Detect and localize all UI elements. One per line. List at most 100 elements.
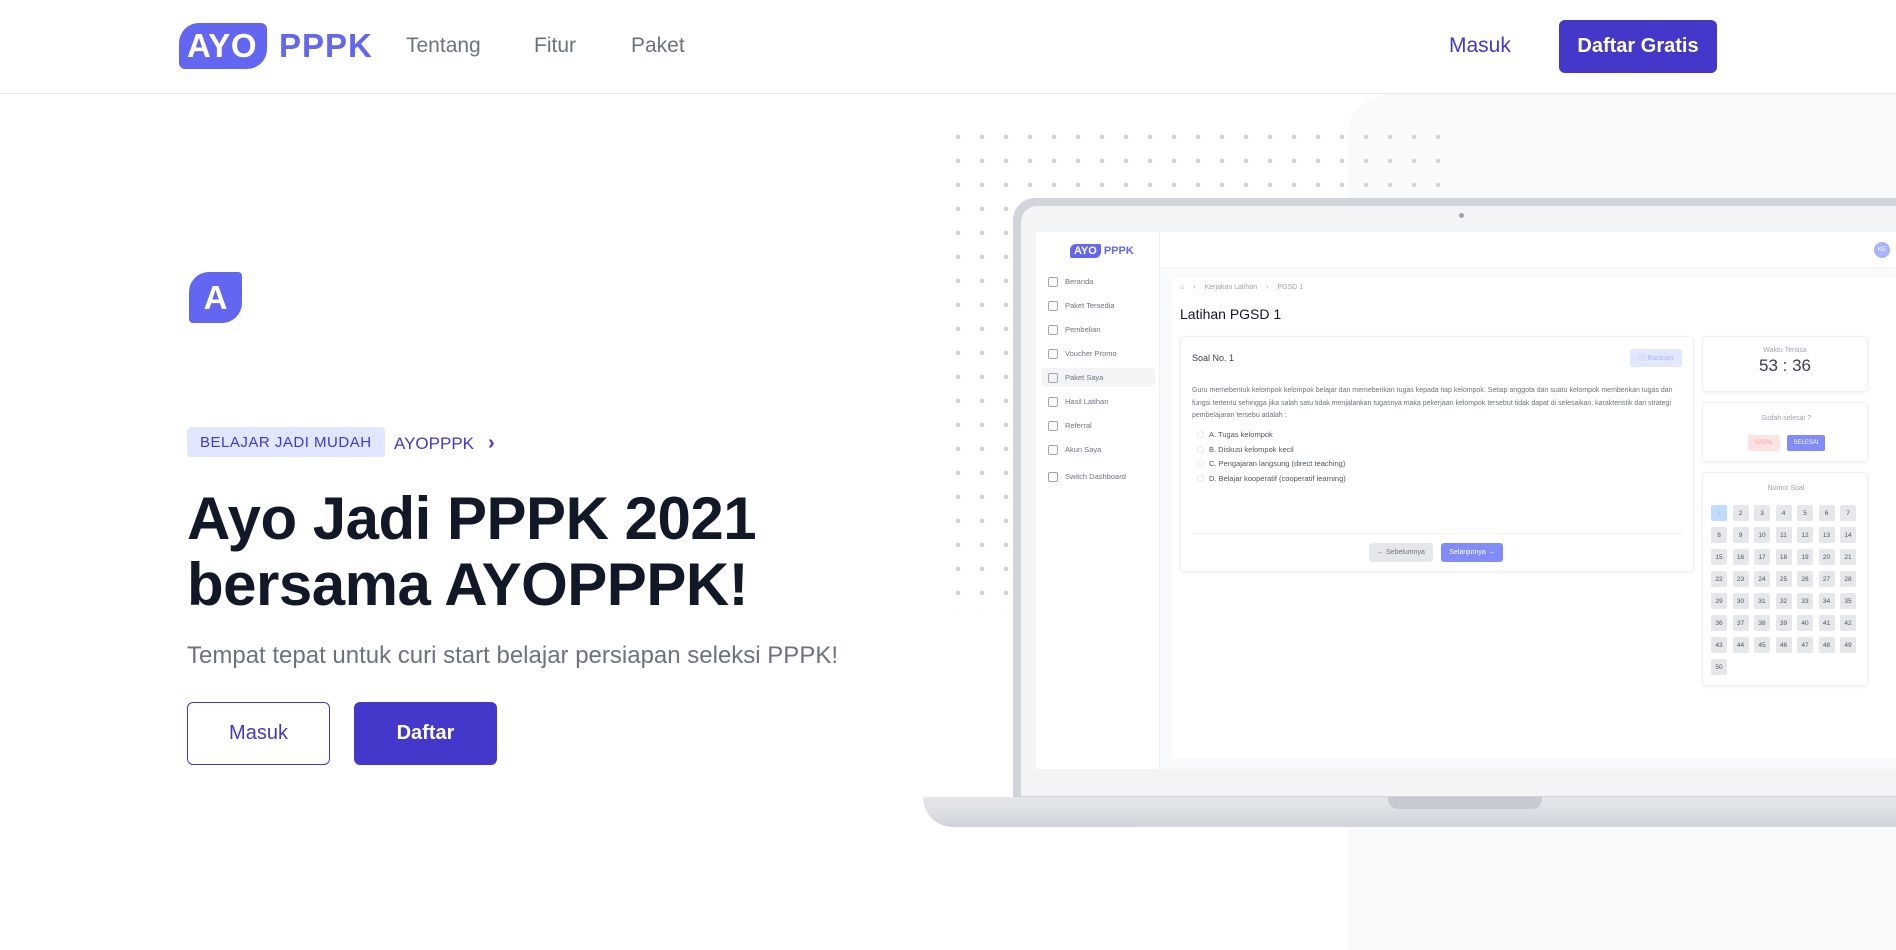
mockup-sidebar-label: Hasil Latihan xyxy=(1065,397,1109,406)
mockup-number-cell: 41 xyxy=(1818,615,1835,631)
mockup-number-cell: 4 xyxy=(1775,505,1792,521)
radio-icon xyxy=(1197,431,1204,438)
mockup-number-cell: 42 xyxy=(1840,615,1856,631)
chevron-right-icon: › xyxy=(1193,284,1196,291)
hero-register-button[interactable]: Daftar xyxy=(354,702,497,765)
mockup-option: C. Pengajaran langsung (direct teaching) xyxy=(1197,459,1345,468)
mockup-sidebar-item-paket-tersedia: Paket Tersedia xyxy=(1041,296,1155,315)
mockup-number-cell: 35 xyxy=(1840,593,1856,609)
mockup-number-cell: 21 xyxy=(1840,549,1856,565)
mockup-help-button: ⓘ Bantuan xyxy=(1630,349,1682,367)
mockup-number-cell: 16 xyxy=(1732,549,1749,565)
radio-icon xyxy=(1197,460,1204,467)
top-navbar: AYO PPPK Tentang Fitur Paket Masuk Dafta… xyxy=(0,0,1896,94)
hero-headline: Ayo Jadi PPPK 2021 bersama AYOPPPK! xyxy=(187,486,757,618)
mockup-breadcrumb: ⌂ › Kerjakan Latihan › PGSD 1 xyxy=(1180,284,1303,291)
mockup-main: ⌂ › Kerjakan Latihan › PGSD 1 Latihan PG… xyxy=(1172,278,1896,758)
grid-icon xyxy=(1048,300,1058,311)
nav-link-fitur[interactable]: Fitur xyxy=(534,34,576,58)
mockup-number-cell: 9 xyxy=(1732,527,1749,543)
mockup-number-cell: 40 xyxy=(1797,615,1813,631)
mockup-question-text: Guru memebentuk kelompok kelompok belaja… xyxy=(1192,387,1673,419)
hero-tag-link[interactable]: AYOPPPK › xyxy=(394,432,495,455)
mockup-number-cell: 7 xyxy=(1840,505,1856,521)
mockup-number-cell: 11 xyxy=(1775,527,1792,543)
brand-logo[interactable]: AYO PPPK xyxy=(179,22,373,70)
mockup-number-cell: 22 xyxy=(1711,571,1727,587)
mockup-number-cell: 24 xyxy=(1754,571,1770,587)
mockup-number-cell: 1 xyxy=(1711,505,1727,521)
mockup-option-label: A. Tugas kelompok xyxy=(1209,430,1273,439)
mockup-number-label: Nomor Soal xyxy=(1767,485,1805,492)
mockup-number-cell: 10 xyxy=(1754,527,1770,543)
mockup-number-cell: 2 xyxy=(1732,505,1749,521)
mockup-number-cell: 23 xyxy=(1732,571,1749,587)
user-icon xyxy=(1048,444,1058,455)
laptop-screen-mockup: AYO PPPK Beranda Paket Tersedia Pembelia… xyxy=(1036,232,1896,769)
mockup-sidebar-item-beranda: Beranda xyxy=(1041,272,1155,291)
mockup-prev-label: Sebelumnya xyxy=(1386,549,1425,556)
logo-text: PPPK xyxy=(278,27,373,64)
mockup-option-label: B. Diskusi kelompok kecil xyxy=(1209,445,1294,454)
mockup-number-cell: 39 xyxy=(1775,615,1792,631)
mockup-sidebar-label: Paket Tersedia xyxy=(1065,301,1115,310)
chevron-right-icon: › xyxy=(488,432,495,454)
hero-subtitle: Tempat tepat untuk curi start belajar pe… xyxy=(187,642,838,669)
mockup-number-cell: 25 xyxy=(1775,571,1792,587)
home-icon xyxy=(1048,276,1058,287)
mockup-number-cell: 45 xyxy=(1754,637,1770,653)
mockup-number-cell: 14 xyxy=(1840,527,1856,543)
mockup-topbar: KE xyxy=(1160,232,1896,268)
lock-icon xyxy=(1048,324,1058,335)
mockup-number-cell: 26 xyxy=(1797,571,1813,587)
mockup-question-number: Soal No. 1 xyxy=(1192,353,1235,363)
mockup-number-cell: 18 xyxy=(1775,549,1792,565)
mockup-number-cell: 30 xyxy=(1732,593,1749,609)
mockup-cancel-button: BATAL xyxy=(1748,435,1780,451)
nav-link-paket[interactable]: Paket xyxy=(631,34,685,58)
mockup-sidebar-label: Voucher Promo xyxy=(1065,349,1117,358)
mockup-next-button: Selanjutnya → xyxy=(1441,543,1503,562)
radio-icon xyxy=(1197,475,1204,482)
hero-tag-link-label: AYOPPPK xyxy=(394,433,474,453)
mockup-number-cell: 27 xyxy=(1818,571,1835,587)
mockup-option-label: D. Belajar kooperatif (cooperatif learni… xyxy=(1209,474,1346,483)
mockup-number-cell: 47 xyxy=(1797,637,1813,653)
mockup-finish-button: SELESAI xyxy=(1787,435,1825,451)
mockup-sidebar-item-voucher: Voucher Promo xyxy=(1041,344,1155,363)
nav-login-link[interactable]: Masuk xyxy=(1449,34,1511,58)
mockup-number-cell: 31 xyxy=(1754,593,1770,609)
mockup-number-cell: 50 xyxy=(1711,659,1727,675)
mockup-breadcrumb-item: Kerjakan Latihan xyxy=(1204,284,1258,291)
mockup-number-cell: 46 xyxy=(1775,637,1792,653)
arrow-left-icon: ← xyxy=(1377,549,1387,556)
mockup-number-cell: 38 xyxy=(1754,615,1770,631)
mockup-number-cell: 49 xyxy=(1840,637,1856,653)
laptop-notch xyxy=(1388,797,1542,809)
mockup-next-label: Selanjutnya xyxy=(1449,549,1486,556)
mockup-number-cell: 33 xyxy=(1797,593,1813,609)
mockup-sidebar-label: Referral xyxy=(1065,421,1092,430)
mockup-sidebar: AYO PPPK Beranda Paket Tersedia Pembelia… xyxy=(1036,232,1160,769)
mockup-timer-card: Waktu Tersisa 53 : 36 xyxy=(1702,336,1868,392)
mockup-number-cell: 6 xyxy=(1818,505,1835,521)
mockup-number-cell: 12 xyxy=(1797,527,1813,543)
mockup-number-cell: 34 xyxy=(1818,593,1835,609)
nav-signup-button[interactable]: Daftar Gratis xyxy=(1559,20,1717,73)
hero-login-button[interactable]: Masuk xyxy=(187,702,330,765)
mockup-finish-card: Sudah selesai ? BATAL SELESAI xyxy=(1702,402,1868,462)
edit-icon xyxy=(1048,396,1058,407)
link-icon xyxy=(1048,420,1058,431)
mockup-sidebar-item-switch-dashboard: Switch Dashboard xyxy=(1041,467,1155,486)
mockup-breadcrumb-item: PGSD 1 xyxy=(1277,284,1304,291)
mockup-sidebar-item-akun-saya: Akun Saya xyxy=(1041,440,1155,459)
mockup-number-grid: 1 2 3 4 5 6 7 8 9 10 11 12 13 14 15 16 17 18 19 20 21 22 23 24 2… xyxy=(1711,505,1863,675)
mockup-finish-label: Sudah selesai ? xyxy=(1761,415,1811,422)
mockup-number-cell: 5 xyxy=(1797,505,1813,521)
mockup-option: B. Diskusi kelompok kecil xyxy=(1197,445,1294,454)
nav-link-tentang[interactable]: Tentang xyxy=(406,34,481,58)
mockup-sidebar-label: Beranda xyxy=(1065,277,1094,286)
mockup-sidebar-label: Paket Saya xyxy=(1065,373,1104,382)
info-icon: ⓘ xyxy=(1638,355,1648,362)
mockup-timer-value: 53 : 36 xyxy=(1759,356,1811,375)
